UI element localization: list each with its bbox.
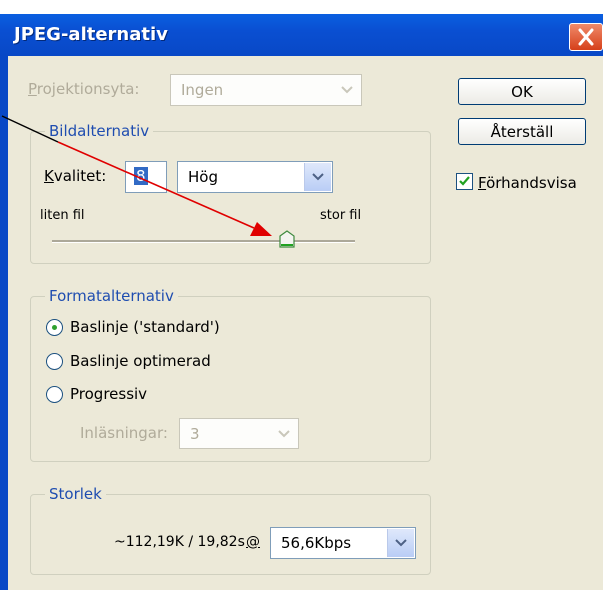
annotation-leader-line <box>1 115 59 143</box>
arrowhead-icon <box>250 222 272 236</box>
annotation-arrow-shaft <box>57 141 255 229</box>
annotation-arrow <box>1 115 272 236</box>
